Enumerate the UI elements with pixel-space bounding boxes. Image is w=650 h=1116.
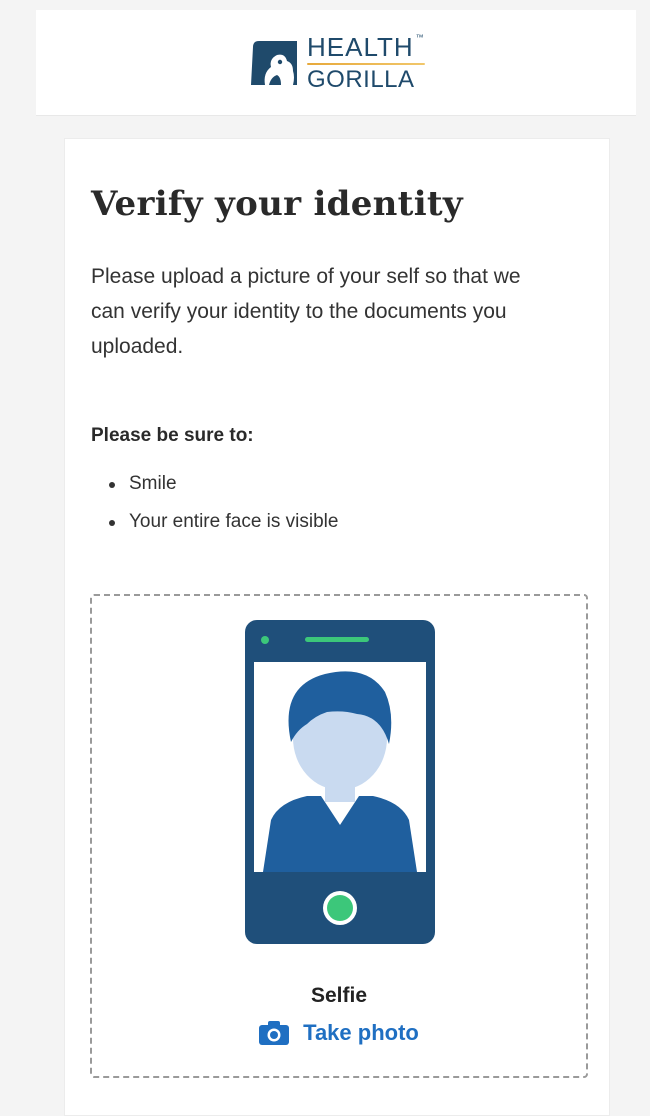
logo-wordmark: HEALTH ™ GORILLA bbox=[307, 31, 425, 93]
phone-selfie-illustration bbox=[245, 620, 435, 944]
page: HEALTH ™ GORILLA Verify your identity Ple… bbox=[0, 0, 650, 1116]
selfie-label: Selfie bbox=[310, 984, 368, 1007]
gorilla-logo-icon bbox=[251, 40, 297, 85]
logo-trademark: ™ bbox=[415, 32, 425, 42]
camera-icon bbox=[259, 1021, 290, 1045]
verify-identity-card: Verify your identity Please upload a pic… bbox=[64, 138, 610, 1116]
logo-swoosh bbox=[307, 62, 425, 65]
take-photo-button[interactable]: Take photo bbox=[92, 1020, 586, 1046]
requirements-list: Smile Your entire face is visible bbox=[107, 465, 338, 541]
health-gorilla-logo: HEALTH ™ GORILLA bbox=[247, 31, 425, 93]
page-title: Verify your identity bbox=[91, 184, 463, 224]
logo-line-gorilla: GORILLA bbox=[307, 65, 415, 93]
requirement-item: Your entire face is visible bbox=[107, 503, 338, 541]
instructions-text: Please upload a picture of your self so … bbox=[91, 265, 521, 358]
requirement-item: Smile bbox=[107, 465, 338, 503]
requirements-heading: Please be sure to: bbox=[91, 425, 254, 446]
selfie-upload-dropzone[interactable]: Selfie Take photo bbox=[90, 594, 588, 1078]
logo-line-health: HEALTH bbox=[307, 31, 414, 62]
take-photo-label[interactable]: Take photo bbox=[303, 1020, 419, 1046]
app-header: HEALTH ™ GORILLA bbox=[36, 10, 636, 116]
